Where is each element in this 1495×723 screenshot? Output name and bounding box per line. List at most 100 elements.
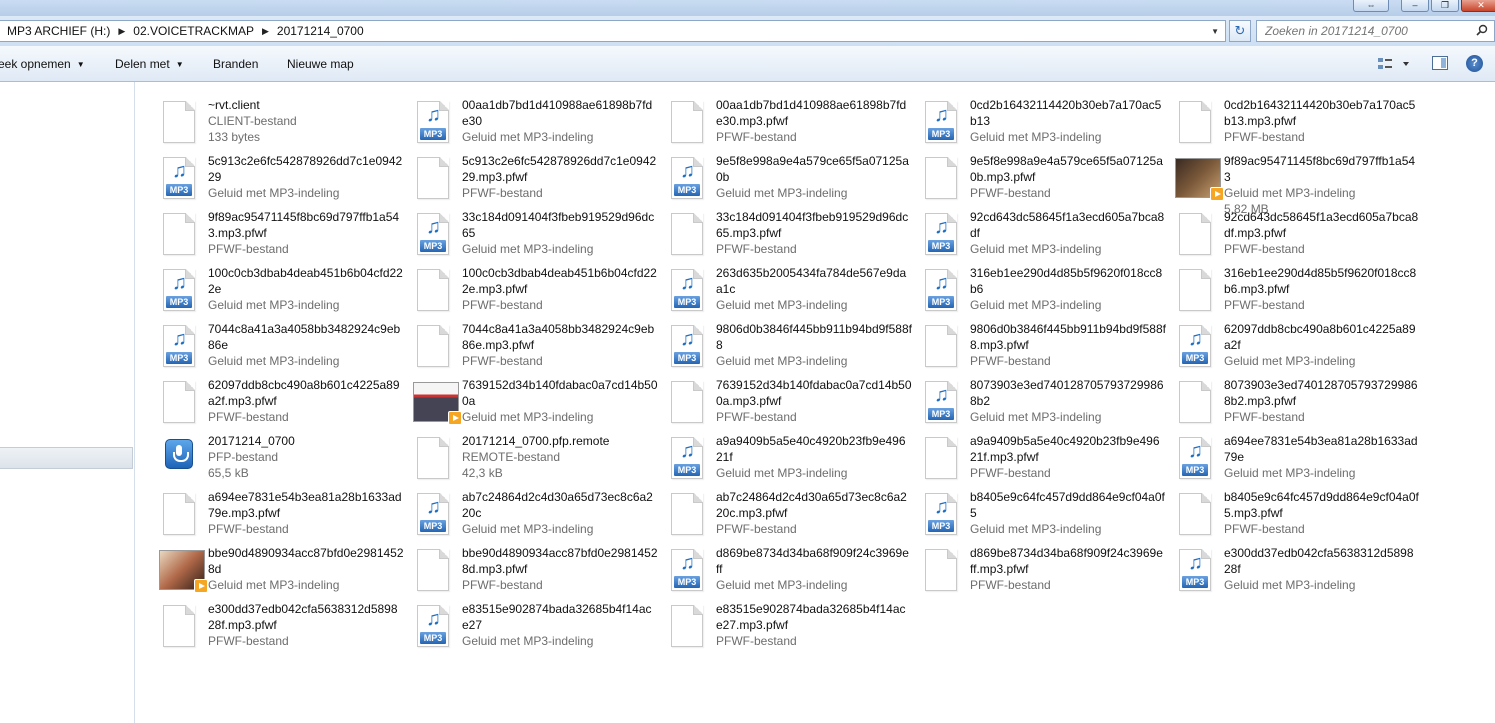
file-item[interactable]: ♫ MP3 263d635b2005434fa784de567e9daa1c Gelu…: [644, 257, 906, 313]
window-title-bar: ⇔ – ❐ ✕: [0, 0, 1495, 16]
minimize-icon: –: [1412, 0, 1418, 10]
command-bar: eek opnemen ▼ Delen met ▼ Branden Nieuwe m…: [0, 46, 1495, 82]
file-item[interactable]: ♫ MP3 e300dd37edb042cfa5638312d589828f Gelu…: [1152, 537, 1414, 593]
close-button[interactable]: ✕: [1461, 0, 1495, 12]
file-name: 7044c8a41a3a4058bb3482924c9eb86e: [208, 322, 401, 352]
file-item[interactable]: 33c184d091404f3fbeb919529d96dc65.mp3.pfw…: [644, 201, 908, 257]
file-item[interactable]: e300dd37edb042cfa5638312d589828f.mp3.pfw…: [136, 593, 398, 649]
breadcrumb-drive[interactable]: MP3 ARCHIEF (H:): [7, 24, 110, 38]
file-item[interactable]: 00aa1db7bd1d410988ae61898b7fde30.mp3.pfw…: [644, 89, 906, 145]
file-type: PFWF-bestand: [1224, 410, 1305, 424]
change-view-button[interactable]: [1377, 55, 1413, 73]
breadcrumb-arrow-icon[interactable]: ▶: [262, 26, 269, 37]
file-item[interactable]: ♫ MP3 62097ddb8cbc490a8b601c4225a89a2f Gelu…: [1152, 313, 1416, 369]
maximize-button[interactable]: ❐: [1431, 0, 1459, 12]
file-item[interactable]: 92cd643dc58645f1a3ecd605a7bca8df.mp3.pfw…: [1152, 201, 1418, 257]
file-item[interactable]: 9806d0b3846f445bb911b94bd9f588f8.mp3.pfw…: [898, 313, 1166, 369]
search-box[interactable]: [1256, 20, 1495, 42]
mp3-icon: ♫ MP3: [667, 549, 707, 591]
file-name: d869be8734d34ba68f909f24c3969eff.mp3.pfw…: [970, 546, 1163, 576]
help-icon[interactable]: ?: [1466, 55, 1483, 72]
file-item[interactable]: ♫ MP3 100c0cb3dbab4deab451b6b04cfd222e Gelu…: [136, 257, 403, 313]
address-history-dropdown-icon[interactable]: ▼: [1211, 27, 1219, 36]
file-item[interactable]: 9e5f8e998a9e4a579ce65f5a07125a0b.mp3.pfw…: [898, 145, 1163, 201]
file-item[interactable]: bbe90d4890934acc87bfd0e29814528d Geluid m…: [136, 537, 404, 593]
breadcrumb-arrow-icon[interactable]: ▶: [118, 26, 125, 37]
file-item[interactable]: ♫ MP3 8073903e3ed7401287057937299868b2 Gelu…: [898, 369, 1164, 425]
file-item[interactable]: 7639152d34b140fdabac0a7cd14b500a Geluid m…: [390, 369, 658, 425]
file-name: 9e5f8e998a9e4a579ce65f5a07125a0b.mp3.pfw…: [970, 154, 1163, 184]
new-folder-button[interactable]: Nieuwe map: [287, 57, 354, 71]
breadcrumb-folder[interactable]: 02.VOICETRACKMAP: [133, 24, 254, 38]
file-type: Geluid met MP3-indeling: [1224, 466, 1356, 480]
file-name: 7639152d34b140fdabac0a7cd14b500a.mp3.pfw…: [716, 378, 912, 408]
file-item[interactable]: a9a9409b5a5e40c4920b23fb9e49621f.mp3.pfw…: [898, 425, 1160, 481]
file-type: Geluid met MP3-indeling: [208, 298, 340, 312]
file-item[interactable]: ♫ MP3 9e5f8e998a9e4a579ce65f5a07125a0b Gelu…: [644, 145, 909, 201]
file-name: 33c184d091404f3fbeb919529d96dc65: [462, 210, 655, 240]
file-name: 8073903e3ed7401287057937299868b2.mp3.pfw…: [1224, 378, 1418, 408]
burn-button[interactable]: Branden: [213, 57, 258, 71]
file-item[interactable]: 8073903e3ed7401287057937299868b2.mp3.pfw…: [1152, 369, 1418, 425]
file-item[interactable]: 9f89ac95471145f8bc69d797ffb1a543 Geluid m…: [1152, 145, 1415, 216]
file-type: Geluid met MP3-indeling: [462, 242, 594, 256]
file-item[interactable]: 62097ddb8cbc490a8b601c4225a89a2f.mp3.pfw…: [136, 369, 400, 425]
mp3-icon: ♫ MP3: [1175, 325, 1215, 367]
file-item[interactable]: ♫ MP3 b8405e9c64fc457d9dd864e9cf04a0f5 Gelu…: [898, 481, 1165, 537]
file-item[interactable]: ♫ MP3 a9a9409b5a5e40c4920b23fb9e49621f Gelu…: [644, 425, 906, 481]
file-item[interactable]: ♫ MP3 9806d0b3846f445bb911b94bd9f588f8 Gelu…: [644, 313, 912, 369]
search-icon[interactable]: [1476, 24, 1488, 36]
file-item[interactable]: 20171214_0700.pfp.remote REMOTE-bestand 42…: [390, 425, 644, 481]
file-item[interactable]: 0cd2b16432114420b30eb7a170ac5b13.mp3.pfw…: [1152, 89, 1415, 145]
file-size: 42,3 kB: [462, 466, 503, 480]
share-with-button[interactable]: Delen met ▼: [115, 57, 184, 71]
file-name: bbe90d4890934acc87bfd0e29814528d.mp3.pfw…: [462, 546, 658, 576]
refresh-button[interactable]: ↻: [1229, 20, 1251, 42]
breadcrumb-current[interactable]: 20171214_0700: [277, 24, 364, 38]
file-item[interactable]: ♫ MP3 0cd2b16432114420b30eb7a170ac5b13 Gelu…: [898, 89, 1161, 145]
file-item[interactable]: d869be8734d34ba68f909f24c3969eff.mp3.pfw…: [898, 537, 1163, 593]
file-item[interactable]: 7639152d34b140fdabac0a7cd14b500a.mp3.pfw…: [644, 369, 912, 425]
file-item[interactable]: ♫ MP3 a694ee7831e54b3ea81a28b1633ad79e Gelu…: [1152, 425, 1418, 481]
nav-pane-selected-item[interactable]: [0, 447, 133, 469]
file-item[interactable]: b8405e9c64fc457d9dd864e9cf04a0f5.mp3.pfw…: [1152, 481, 1419, 537]
file-item[interactable]: 5c913c2e6fc542878926dd7c1e094229.mp3.pfw…: [390, 145, 656, 201]
preview-pane-button[interactable]: [1432, 56, 1448, 70]
file-item[interactable]: 100c0cb3dbab4deab451b6b04cfd222e.mp3.pfw…: [390, 257, 657, 313]
aero-snap-button[interactable]: ⇔: [1353, 0, 1389, 12]
file-item[interactable]: a694ee7831e54b3ea81a28b1633ad79e.mp3.pfw…: [136, 481, 402, 537]
file-list[interactable]: ~rvt.client CLIENT-bestand 133 bytes ♫ MP3 00…: [136, 83, 1495, 723]
file-type: CLIENT-bestand: [208, 114, 297, 128]
file-item[interactable]: ♫ MP3 d869be8734d34ba68f909f24c3969eff Gelu…: [644, 537, 909, 593]
file-item[interactable]: ♫ MP3 00aa1db7bd1d410988ae61898b7fde30 Gelu…: [390, 89, 652, 145]
file-item[interactable]: 7044c8a41a3a4058bb3482924c9eb86e.mp3.pfw…: [390, 313, 654, 369]
minimize-button[interactable]: –: [1401, 0, 1429, 12]
file-item[interactable]: ♫ MP3 e83515e902874bada32685b4f14ace27 Gelu…: [390, 593, 652, 649]
document-icon: [159, 213, 199, 255]
file-name: a694ee7831e54b3ea81a28b1633ad79e: [1224, 434, 1418, 464]
file-type: PFWF-bestand: [1224, 522, 1305, 536]
search-input[interactable]: [1265, 24, 1465, 38]
file-item[interactable]: 20171214_0700 PFP-bestand 65,5 kB: [136, 425, 390, 481]
file-item[interactable]: ♫ MP3 316eb1ee290d4d85b5f9620f018cc8b6 Gelu…: [898, 257, 1162, 313]
file-item[interactable]: ♫ MP3 5c913c2e6fc542878926dd7c1e094229 Gelu…: [136, 145, 402, 201]
file-item[interactable]: 9f89ac95471145f8bc69d797ffb1a543.mp3.pfw…: [136, 201, 399, 257]
file-item[interactable]: ab7c24864d2c4d30a65d73ec8c6a220c.mp3.pfw…: [644, 481, 907, 537]
record-button[interactable]: eek opnemen ▼: [0, 57, 85, 71]
file-item[interactable]: 316eb1ee290d4d85b5f9620f018cc8b6.mp3.pfw…: [1152, 257, 1416, 313]
file-item[interactable]: ♫ MP3 33c184d091404f3fbeb919529d96dc65 Gelu…: [390, 201, 654, 257]
file-name: ab7c24864d2c4d30a65d73ec8c6a220c: [462, 490, 653, 520]
address-bar[interactable]: MP3 ARCHIEF (H:) ▶ 02.VOICETRACKMAP ▶ 20…: [0, 20, 1226, 42]
file-name: 8073903e3ed7401287057937299868b2: [970, 378, 1164, 408]
file-item[interactable]: ~rvt.client CLIENT-bestand 133 bytes: [136, 89, 390, 145]
file-type: PFWF-bestand: [462, 186, 543, 200]
file-type: Geluid met MP3-indeling: [208, 354, 340, 368]
file-item[interactable]: ♫ MP3 7044c8a41a3a4058bb3482924c9eb86e Gelu…: [136, 313, 400, 369]
file-item[interactable]: ♫ MP3 92cd643dc58645f1a3ecd605a7bca8df Gelu…: [898, 201, 1164, 257]
navigation-pane[interactable]: [0, 82, 135, 723]
file-item[interactable]: e83515e902874bada32685b4f14ace27.mp3.pfw…: [644, 593, 906, 649]
file-item[interactable]: ♫ MP3 ab7c24864d2c4d30a65d73ec8c6a220c Gelu…: [390, 481, 653, 537]
file-item[interactable]: bbe90d4890934acc87bfd0e29814528d.mp3.pfw…: [390, 537, 658, 593]
document-icon: [921, 549, 961, 591]
file-name: b8405e9c64fc457d9dd864e9cf04a0f5: [970, 490, 1165, 520]
